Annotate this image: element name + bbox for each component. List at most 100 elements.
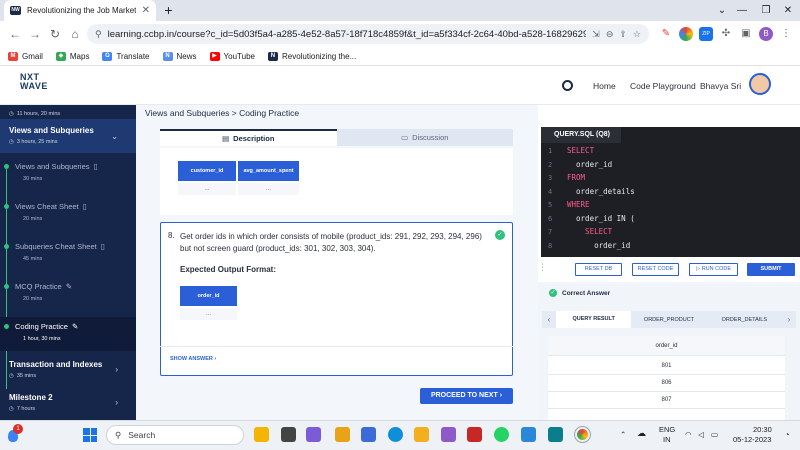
line-number: 5 bbox=[548, 201, 553, 209]
chevron-right-icon: › bbox=[499, 392, 503, 399]
sidebar-section-transaction-indexes[interactable]: Transaction and Indexes ◷ 35 mins › bbox=[0, 360, 136, 379]
language-region: IN bbox=[663, 435, 671, 444]
taskbar-search[interactable]: ⚲ Search bbox=[106, 425, 244, 445]
extensions-puzzle-icon[interactable]: ✣ bbox=[719, 27, 733, 41]
bookmark-maps[interactable]: ◆ Maps bbox=[55, 51, 89, 61]
code-line[interactable]: WHERE bbox=[567, 200, 590, 209]
reset-code-button[interactable]: RESET CODE bbox=[632, 263, 679, 276]
code-line[interactable]: order_id IN ( bbox=[567, 214, 635, 223]
browser-menu-icon[interactable]: ⋮ bbox=[779, 27, 793, 41]
mcafee-icon[interactable] bbox=[467, 427, 482, 442]
windows-start-icon[interactable] bbox=[83, 428, 97, 442]
code-line[interactable]: order_id bbox=[567, 160, 612, 169]
code-line[interactable]: order_id bbox=[567, 241, 630, 250]
chevron-right-icon[interactable]: › bbox=[782, 315, 796, 324]
app-icon[interactable] bbox=[548, 427, 563, 442]
sidebar-item-views-subqueries[interactable]: Views and Subqueries ▯ 30 mins bbox=[0, 162, 136, 182]
wifi-icon[interactable]: ◠ bbox=[685, 430, 692, 439]
cloud-icon[interactable]: ☁ bbox=[637, 428, 646, 439]
new-tab-button[interactable]: + bbox=[160, 2, 177, 19]
back-icon[interactable]: ← bbox=[6, 25, 24, 43]
window-close-icon[interactable]: ✕ bbox=[776, 0, 800, 21]
line-number: 1 bbox=[548, 147, 553, 155]
chevron-left-icon[interactable]: ‹ bbox=[542, 315, 556, 324]
notification-badge: 1 bbox=[13, 424, 23, 434]
edge-icon[interactable] bbox=[388, 427, 403, 442]
sidebar-item-coding-practice[interactable]: Coding Practice ✎ 1 hour, 30 mins bbox=[0, 322, 136, 342]
drag-handle-icon[interactable]: ⋮ bbox=[538, 262, 547, 273]
extension-color-icon[interactable] bbox=[679, 27, 693, 41]
install-icon[interactable]: ⇲ bbox=[592, 29, 600, 40]
complete-dot-icon bbox=[4, 164, 9, 169]
share-icon[interactable]: ⇪ bbox=[619, 29, 627, 40]
task-view-icon[interactable] bbox=[281, 427, 296, 442]
tab-discussion[interactable]: ▭ Discussion bbox=[336, 129, 513, 146]
clock-time[interactable]: 20:30 bbox=[753, 425, 772, 434]
proceed-to-next-button[interactable]: PROCEED TO NEXT › bbox=[420, 388, 513, 404]
teams-icon[interactable] bbox=[306, 427, 321, 442]
reset-db-button[interactable]: RESET DB bbox=[575, 263, 622, 276]
tab-query-result[interactable]: QUERY RESULT bbox=[556, 311, 632, 328]
folder-icon[interactable] bbox=[414, 427, 429, 442]
whatsapp-icon[interactable] bbox=[494, 427, 509, 442]
copilot-icon[interactable] bbox=[441, 427, 456, 442]
profile-avatar[interactable]: B bbox=[759, 27, 773, 41]
user-name[interactable]: Bhavya Sri bbox=[700, 81, 741, 91]
sidebar-section-views-subqueries[interactable]: Views and Subqueries ◷ 3 hours, 25 mins ⌄ bbox=[0, 126, 136, 145]
address-bar[interactable]: ⚲ learning.ccbp.in/course?c_id=5d03f5a4-… bbox=[87, 24, 649, 44]
bookmark-translate[interactable]: G Translate bbox=[102, 51, 150, 61]
nxtwave-logo[interactable]: NXT WAVE bbox=[20, 73, 48, 91]
bookmark-gmail[interactable]: M Gmail bbox=[8, 51, 43, 61]
bookmark-star-icon[interactable]: ☆ bbox=[633, 29, 641, 40]
code-line[interactable]: SELECT bbox=[567, 227, 612, 236]
browser-tab[interactable]: NW Revolutionizing the Job Market | ✕ bbox=[4, 0, 156, 21]
sidebar-item-subqueries-cheat-sheet[interactable]: Subqueries Cheat Sheet ▯ 45 mins bbox=[0, 242, 136, 262]
side-panel-icon[interactable]: ▣ bbox=[739, 27, 753, 41]
submit-button[interactable]: SUBMIT bbox=[747, 263, 795, 276]
code-line[interactable]: FROM bbox=[567, 173, 585, 182]
complete-dot-icon bbox=[4, 324, 9, 329]
table-cell: ... bbox=[178, 183, 236, 195]
question-text: Get order ids in which order consists of… bbox=[180, 232, 482, 253]
timer-icon[interactable] bbox=[562, 80, 573, 91]
tab-description[interactable]: ▤ Description bbox=[160, 129, 337, 146]
search-icon: ⚲ bbox=[115, 429, 122, 440]
taskbar-app-widget-icon[interactable] bbox=[254, 427, 269, 442]
todo-icon[interactable] bbox=[521, 427, 536, 442]
run-code-button[interactable]: ▷ RUN CODE bbox=[689, 263, 738, 276]
tab-close-icon[interactable]: ✕ bbox=[142, 5, 150, 16]
nav-home[interactable]: Home bbox=[593, 81, 616, 91]
nav-code-playground[interactable]: Code Playground bbox=[630, 81, 696, 91]
site-info-icon[interactable]: ⚲ bbox=[95, 29, 102, 40]
chrome-icon[interactable] bbox=[574, 426, 591, 443]
zoom-icon[interactable]: ⊖ bbox=[606, 29, 614, 40]
volume-icon[interactable]: ◁ bbox=[698, 430, 704, 439]
battery-icon[interactable]: ▭ bbox=[711, 430, 718, 439]
minimize-icon[interactable]: — bbox=[730, 0, 754, 21]
extension-pen-icon[interactable]: ✎ bbox=[659, 27, 673, 41]
complete-dot-icon bbox=[4, 244, 9, 249]
code-line[interactable]: order_details bbox=[567, 187, 635, 196]
sidebar-item-mcq-practice[interactable]: MCQ Practice ✎ 20 mins bbox=[0, 282, 136, 302]
restore-icon[interactable]: ❐ bbox=[754, 0, 778, 21]
language-label[interactable]: ENG bbox=[659, 425, 675, 434]
home-icon[interactable]: ⌂ bbox=[66, 25, 84, 43]
store-icon[interactable] bbox=[361, 427, 376, 442]
show-answer-link[interactable]: SHOW ANSWER › bbox=[170, 356, 216, 362]
notifications-bell-icon[interactable]: ◔ bbox=[785, 430, 790, 439]
tab-order-product[interactable]: ORDER_PRODUCT bbox=[631, 317, 706, 323]
status-correct-answer: ✓ Correct Answer bbox=[549, 289, 611, 297]
file-explorer-icon[interactable] bbox=[335, 427, 350, 442]
bookmark-revolutionizing[interactable]: N Revolutionizing the... bbox=[267, 51, 356, 61]
reload-icon[interactable]: ↻ bbox=[46, 25, 64, 43]
sidebar-item-views-cheat-sheet[interactable]: Views Cheat Sheet ▯ 20 mins bbox=[0, 202, 136, 222]
bookmark-news[interactable]: N News bbox=[162, 51, 197, 61]
show-hidden-icons[interactable]: ⌃ bbox=[620, 430, 626, 439]
sidebar-section-milestone-2[interactable]: Milestone 2 ◷ 7 hours › bbox=[0, 393, 136, 412]
user-avatar[interactable] bbox=[749, 73, 771, 95]
extension-badge-icon[interactable]: ZIP bbox=[699, 27, 713, 41]
code-line[interactable]: SELECT bbox=[567, 146, 594, 155]
tab-order-details[interactable]: ORDER_DETAILS bbox=[707, 317, 782, 323]
bookmark-youtube[interactable]: ▶ YouTube bbox=[209, 51, 255, 61]
forward-icon[interactable]: → bbox=[26, 25, 44, 43]
